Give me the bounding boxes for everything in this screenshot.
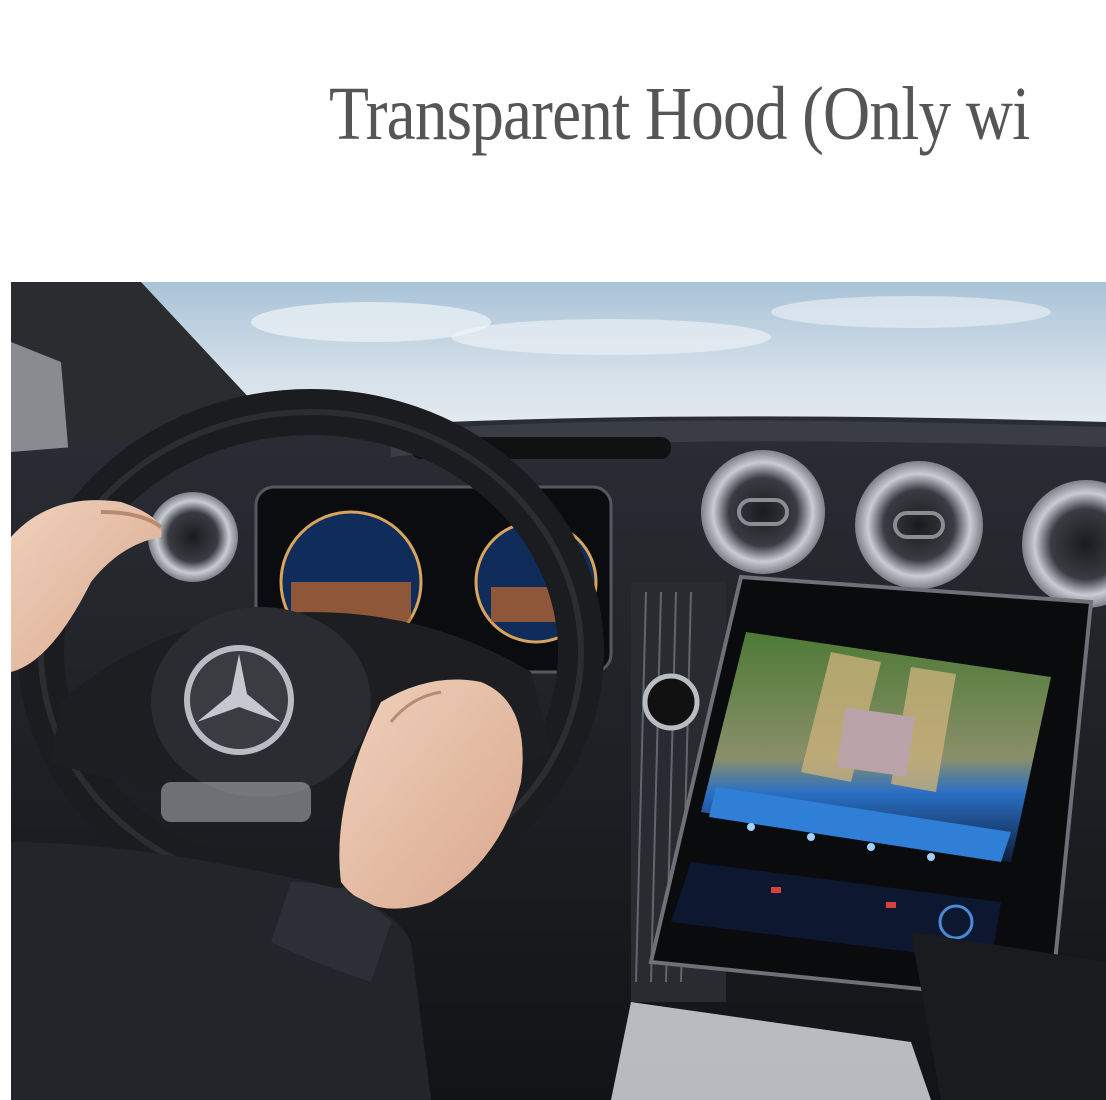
- feature-page: Transparent Hood (Only wi: [0, 0, 1106, 1100]
- car-interior-illustration: [11, 282, 1106, 1100]
- hero-image: [11, 282, 1106, 1100]
- feature-title: Transparent Hood (Only wi: [329, 72, 1030, 156]
- brand-star-logo-icon: [184, 645, 294, 755]
